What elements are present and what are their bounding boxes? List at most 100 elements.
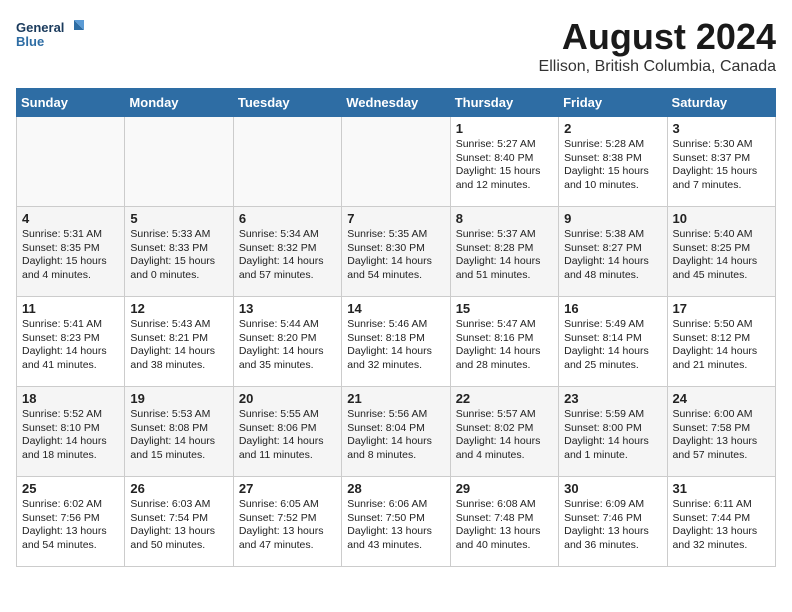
day-info: Daylight: 13 hours <box>22 525 119 539</box>
day-info: and 47 minutes. <box>239 539 336 553</box>
day-info: Sunrise: 6:02 AM <box>22 498 119 512</box>
day-info: and 48 minutes. <box>564 269 661 283</box>
day-info: Sunset: 8:30 PM <box>347 242 444 256</box>
day-info: Sunset: 7:46 PM <box>564 512 661 526</box>
day-info: Daylight: 14 hours <box>564 255 661 269</box>
svg-text:General: General <box>16 20 64 35</box>
day-info: and 45 minutes. <box>673 269 770 283</box>
title-area: August 2024 Ellison, British Columbia, C… <box>539 16 776 76</box>
header-day-saturday: Saturday <box>667 89 775 117</box>
day-info: Daylight: 14 hours <box>22 345 119 359</box>
day-info: Sunset: 8:21 PM <box>130 332 227 346</box>
day-info: and 11 minutes. <box>239 449 336 463</box>
calendar-table: SundayMondayTuesdayWednesdayThursdayFrid… <box>16 88 776 567</box>
day-number: 1 <box>456 121 553 136</box>
calendar-cell: 13Sunrise: 5:44 AMSunset: 8:20 PMDayligh… <box>233 297 341 387</box>
day-info: Sunset: 8:00 PM <box>564 422 661 436</box>
calendar-cell: 14Sunrise: 5:46 AMSunset: 8:18 PMDayligh… <box>342 297 450 387</box>
day-info: Sunrise: 5:55 AM <box>239 408 336 422</box>
day-info: Sunset: 8:28 PM <box>456 242 553 256</box>
day-info: Sunset: 8:37 PM <box>673 152 770 166</box>
calendar-cell: 7Sunrise: 5:35 AMSunset: 8:30 PMDaylight… <box>342 207 450 297</box>
day-number: 4 <box>22 211 119 226</box>
day-info: Sunset: 8:12 PM <box>673 332 770 346</box>
day-info: Daylight: 13 hours <box>673 525 770 539</box>
day-number: 9 <box>564 211 661 226</box>
day-number: 29 <box>456 481 553 496</box>
header-day-monday: Monday <box>125 89 233 117</box>
day-info: and 28 minutes. <box>456 359 553 373</box>
header: General Blue August 2024 Ellison, Britis… <box>16 16 776 76</box>
day-info: Daylight: 13 hours <box>456 525 553 539</box>
day-number: 31 <box>673 481 770 496</box>
day-info: Sunrise: 5:37 AM <box>456 228 553 242</box>
calendar-cell: 19Sunrise: 5:53 AMSunset: 8:08 PMDayligh… <box>125 387 233 477</box>
calendar-week-2: 4Sunrise: 5:31 AMSunset: 8:35 PMDaylight… <box>17 207 776 297</box>
day-info: Daylight: 13 hours <box>239 525 336 539</box>
day-number: 8 <box>456 211 553 226</box>
day-info: Sunrise: 5:28 AM <box>564 138 661 152</box>
day-info: Sunrise: 5:31 AM <box>22 228 119 242</box>
calendar-cell: 26Sunrise: 6:03 AMSunset: 7:54 PMDayligh… <box>125 477 233 567</box>
day-number: 18 <box>22 391 119 406</box>
day-info: Sunset: 7:52 PM <box>239 512 336 526</box>
day-info: and 35 minutes. <box>239 359 336 373</box>
day-number: 24 <box>673 391 770 406</box>
day-info: Sunrise: 5:30 AM <box>673 138 770 152</box>
calendar-week-1: 1Sunrise: 5:27 AMSunset: 8:40 PMDaylight… <box>17 117 776 207</box>
calendar-header: SundayMondayTuesdayWednesdayThursdayFrid… <box>17 89 776 117</box>
day-info: and 57 minutes. <box>239 269 336 283</box>
day-info: Daylight: 14 hours <box>22 435 119 449</box>
day-info: and 54 minutes. <box>347 269 444 283</box>
calendar-week-5: 25Sunrise: 6:02 AMSunset: 7:56 PMDayligh… <box>17 477 776 567</box>
day-info: Daylight: 15 hours <box>22 255 119 269</box>
day-info: Sunrise: 5:38 AM <box>564 228 661 242</box>
day-info: Sunrise: 5:44 AM <box>239 318 336 332</box>
day-info: Sunset: 8:02 PM <box>456 422 553 436</box>
day-info: Sunset: 8:32 PM <box>239 242 336 256</box>
day-number: 6 <box>239 211 336 226</box>
day-info: Daylight: 15 hours <box>130 255 227 269</box>
day-info: Sunset: 8:33 PM <box>130 242 227 256</box>
calendar-cell: 28Sunrise: 6:06 AMSunset: 7:50 PMDayligh… <box>342 477 450 567</box>
day-info: Sunrise: 6:00 AM <box>673 408 770 422</box>
day-number: 11 <box>22 301 119 316</box>
header-day-tuesday: Tuesday <box>233 89 341 117</box>
day-number: 16 <box>564 301 661 316</box>
day-info: Sunset: 8:18 PM <box>347 332 444 346</box>
day-number: 28 <box>347 481 444 496</box>
day-number: 7 <box>347 211 444 226</box>
calendar-cell: 3Sunrise: 5:30 AMSunset: 8:37 PMDaylight… <box>667 117 775 207</box>
day-info: Daylight: 14 hours <box>673 255 770 269</box>
day-info: Sunrise: 5:49 AM <box>564 318 661 332</box>
day-info: and 38 minutes. <box>130 359 227 373</box>
day-info: Sunrise: 5:34 AM <box>239 228 336 242</box>
day-info: Sunrise: 6:09 AM <box>564 498 661 512</box>
day-info: Daylight: 14 hours <box>673 345 770 359</box>
day-info: Daylight: 14 hours <box>130 345 227 359</box>
day-info: Daylight: 14 hours <box>347 255 444 269</box>
day-info: Sunset: 8:25 PM <box>673 242 770 256</box>
calendar-cell: 16Sunrise: 5:49 AMSunset: 8:14 PMDayligh… <box>559 297 667 387</box>
day-info: Sunrise: 5:56 AM <box>347 408 444 422</box>
day-number: 15 <box>456 301 553 316</box>
calendar-cell: 17Sunrise: 5:50 AMSunset: 8:12 PMDayligh… <box>667 297 775 387</box>
day-info: Daylight: 14 hours <box>239 435 336 449</box>
day-info: and 41 minutes. <box>22 359 119 373</box>
day-info: Sunset: 8:20 PM <box>239 332 336 346</box>
day-info: Sunrise: 5:33 AM <box>130 228 227 242</box>
day-info: and 51 minutes. <box>456 269 553 283</box>
calendar-cell: 20Sunrise: 5:55 AMSunset: 8:06 PMDayligh… <box>233 387 341 477</box>
calendar-cell: 18Sunrise: 5:52 AMSunset: 8:10 PMDayligh… <box>17 387 125 477</box>
day-number: 10 <box>673 211 770 226</box>
day-info: and 21 minutes. <box>673 359 770 373</box>
calendar-cell <box>233 117 341 207</box>
day-info: and 7 minutes. <box>673 179 770 193</box>
day-info: and 40 minutes. <box>456 539 553 553</box>
day-number: 21 <box>347 391 444 406</box>
day-info: Sunrise: 6:05 AM <box>239 498 336 512</box>
day-info: Sunset: 8:40 PM <box>456 152 553 166</box>
day-info: Daylight: 15 hours <box>564 165 661 179</box>
day-info: and 4 minutes. <box>22 269 119 283</box>
calendar-cell: 9Sunrise: 5:38 AMSunset: 8:27 PMDaylight… <box>559 207 667 297</box>
